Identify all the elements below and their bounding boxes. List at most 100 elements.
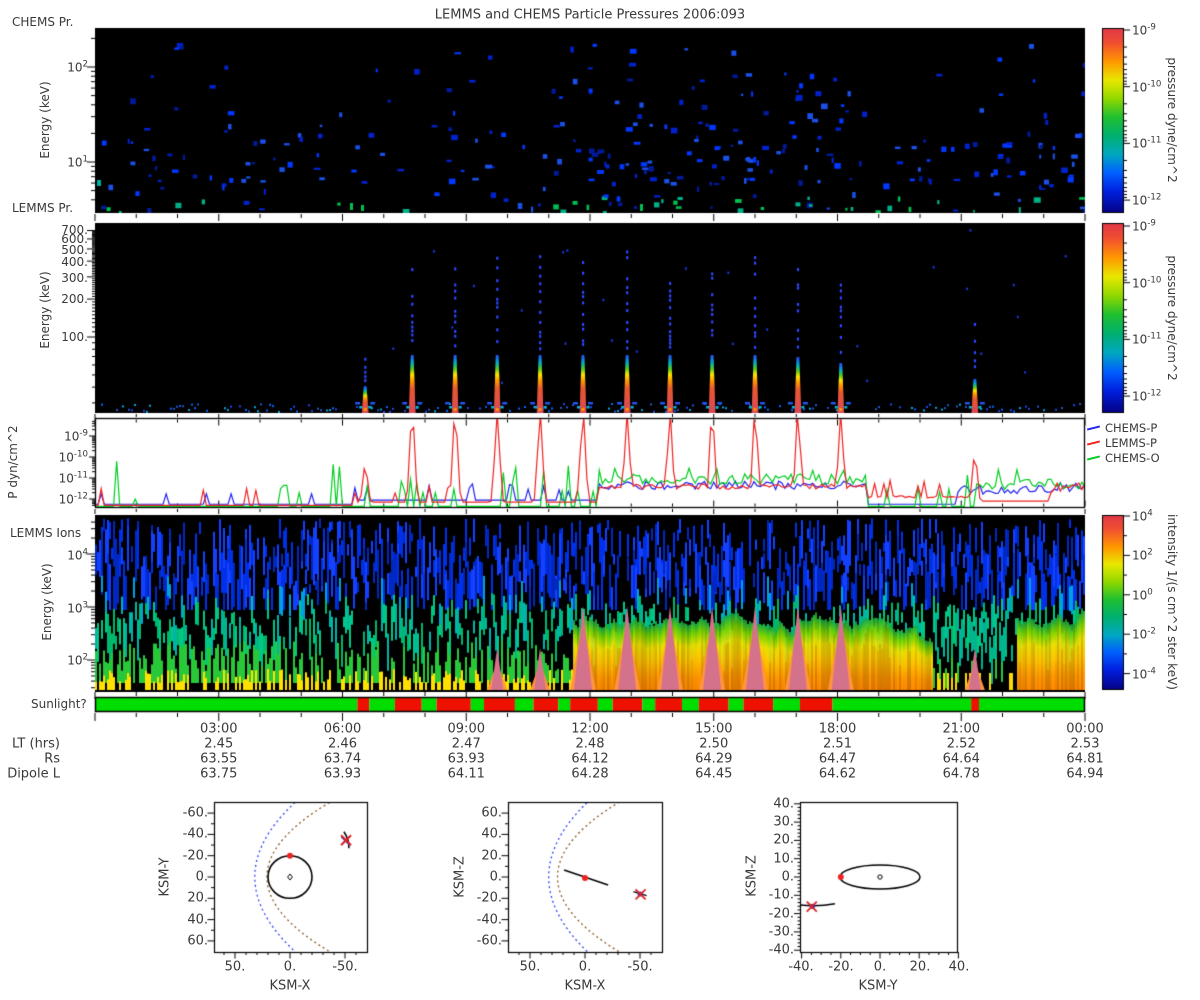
lemms-energy-axis-label: Energy (keV) [38, 271, 52, 349]
rs-value: 63.93 [447, 751, 485, 767]
legend-line-swatch [1086, 424, 1101, 431]
pressure-ytick-label: 10-11 [58, 470, 88, 486]
orbit-plot-ksmx-ksmy [214, 802, 367, 952]
colorbar-pressure-top-label: pressure dyne/cm^2 [1165, 57, 1179, 183]
lt-value: 2.53 [1070, 736, 1100, 752]
orbit2-ytick-label: -60. [476, 933, 502, 949]
chems-ytick-label: 101 [67, 154, 88, 170]
time-tick-label: 09:00 [447, 721, 485, 737]
orbit2-yaxis-label: KSM-Z [452, 856, 468, 898]
orbit3-ytick-label: -40. [768, 942, 794, 958]
row-label-rs: Rs [44, 751, 60, 767]
plot-title: LEMMS and CHEMS Particle Pressures 2006:… [434, 7, 746, 23]
orbit1-ytick-label: -40. [182, 826, 208, 842]
cb-pressure-mid-tick-label: 10-12 [1132, 388, 1162, 404]
cb-intensity-tick-label: 10-2 [1132, 626, 1156, 642]
lemms-ytick-label: 400. [61, 255, 88, 269]
orbit3-xtick-label: 0. [873, 959, 887, 975]
panel-label-lemms-ions: LEMMS Ions [10, 526, 82, 540]
orbit1-ytick-label: -20. [182, 848, 208, 864]
dipole-l-value: 64.62 [818, 766, 857, 782]
lemms-ytick-label: 100. [61, 330, 88, 344]
orbit3-xtick-label: 20. [909, 959, 931, 975]
pressure-line-plot-panel [95, 418, 1085, 508]
cb-intensity-tick-label: 100 [1132, 587, 1153, 603]
orbit3-ytick-label: 0. [781, 869, 794, 885]
orbit3-yaxis-label: KSM-Z [744, 855, 760, 897]
chems-energy-axis-label: Energy (keV) [38, 81, 52, 159]
orbit-plot-ksmy-ksmz [800, 802, 957, 952]
orbit2-xtick-label: 0. [578, 959, 592, 975]
legend-line-swatch [1086, 454, 1101, 461]
time-tick-label: 21:00 [942, 721, 980, 737]
orbit2-ytick-label: 20. [481, 848, 502, 864]
orbit1-xaxis-label: KSM-X [269, 978, 311, 994]
rs-value: 63.55 [200, 751, 238, 767]
chems-ytick-label: 102 [67, 59, 88, 75]
lemms-ytick-label: 500. [61, 242, 88, 257]
lt-value: 2.47 [451, 736, 481, 752]
legend: CHEMS-P LEMMS-P CHEMS-O [1086, 420, 1160, 465]
cb-pressure-mid-tick-label: 10-11 [1132, 331, 1162, 347]
orbit1-ytick-label: 40. [187, 912, 208, 928]
cb-pressure-mid-tick-label: 10-10 [1132, 275, 1162, 291]
cb-pressure-top-tick-label: 10-9 [1132, 22, 1156, 38]
rs-value: 64.81 [1066, 751, 1104, 767]
lemms-ions-spectrogram-panel [95, 515, 1085, 690]
orbit1-ytick-label: 20. [187, 890, 208, 906]
ions-ytick-label: 104 [67, 547, 88, 563]
colorbar-intensity-label: intensity 1/(s cm^2 ster keV) [1165, 514, 1179, 690]
legend-label: CHEMS-P [1105, 420, 1158, 435]
pressure-axis-label: P dyn/cm^2 [6, 425, 20, 499]
panel-label-chems-pr: CHEMS Pr. [12, 15, 74, 29]
chems-pressure-spectrogram-panel [95, 28, 1085, 213]
cb-intensity-tick-label: 104 [1132, 508, 1153, 524]
orbit3-ytick-label: -10. [768, 887, 794, 903]
lt-value: 2.48 [575, 736, 605, 752]
dipole-l-value: 64.11 [447, 766, 485, 782]
orbit3-xtick-label: -20. [828, 959, 854, 975]
dipole-l-value: 63.93 [323, 766, 362, 782]
dipole-l-value: 64.78 [942, 766, 980, 782]
orbit3-xtick-label: 40. [948, 959, 970, 975]
dipole-l-value: 63.75 [200, 766, 238, 782]
orbit3-ytick-label: -20. [768, 906, 794, 922]
ions-ytick-label: 102 [67, 652, 88, 668]
cb-pressure-top-tick-label: 10-10 [1132, 79, 1162, 95]
time-tick-label: 06:00 [323, 721, 362, 737]
row-label-dipole-l: Dipole L [7, 766, 60, 782]
rs-value: 64.29 [695, 751, 733, 767]
legend-line-swatch [1086, 439, 1101, 446]
legend-item: LEMMS-P [1086, 435, 1160, 450]
lt-value: 2.50 [699, 736, 729, 752]
orbit2-ytick-label: 40. [481, 826, 502, 842]
orbit1-ytick-label: -60. [182, 805, 208, 821]
orbit3-ytick-label: 10. [773, 851, 794, 867]
orbit3-xaxis-label: KSM-Y [858, 978, 898, 994]
time-tick-label: 15:00 [695, 721, 733, 737]
dipole-l-value: 64.28 [571, 766, 609, 782]
ions-ytick-label: 103 [67, 600, 88, 616]
rs-value: 64.47 [818, 751, 857, 767]
lemms-pressure-spectrogram-panel [95, 223, 1085, 413]
orbit2-xtick-label: 50. [519, 959, 541, 975]
panel-label-lemms-pr: LEMMS Pr. [12, 201, 74, 215]
dipole-l-value: 64.94 [1066, 766, 1104, 782]
lt-value: 2.45 [204, 736, 234, 752]
orbit1-ytick-label: 60. [187, 933, 208, 949]
lt-value: 2.51 [823, 736, 852, 752]
orbit1-yaxis-label: KSM-Y [157, 857, 173, 897]
ions-energy-axis-label: Energy (keV) [40, 563, 54, 641]
sunlight-label: Sunlight? [31, 697, 87, 711]
time-tick-label: 03:00 [200, 721, 238, 737]
cb-pressure-mid-tick-label: 10-9 [1132, 218, 1156, 234]
legend-label: LEMMS-P [1105, 435, 1157, 450]
orbit2-ytick-label: -20. [476, 890, 502, 906]
orbit2-ytick-label: -40. [476, 912, 502, 928]
orbit2-xtick-label: -50. [627, 959, 653, 975]
cb-intensity-tick-label: 10-4 [1132, 666, 1156, 682]
orbit2-ytick-label: 60. [481, 805, 502, 821]
orbit-plot-ksmx-ksmz [508, 802, 662, 952]
pressure-ytick-label: 10-12 [58, 491, 88, 507]
orbit3-ytick-label: 30. [773, 814, 794, 830]
